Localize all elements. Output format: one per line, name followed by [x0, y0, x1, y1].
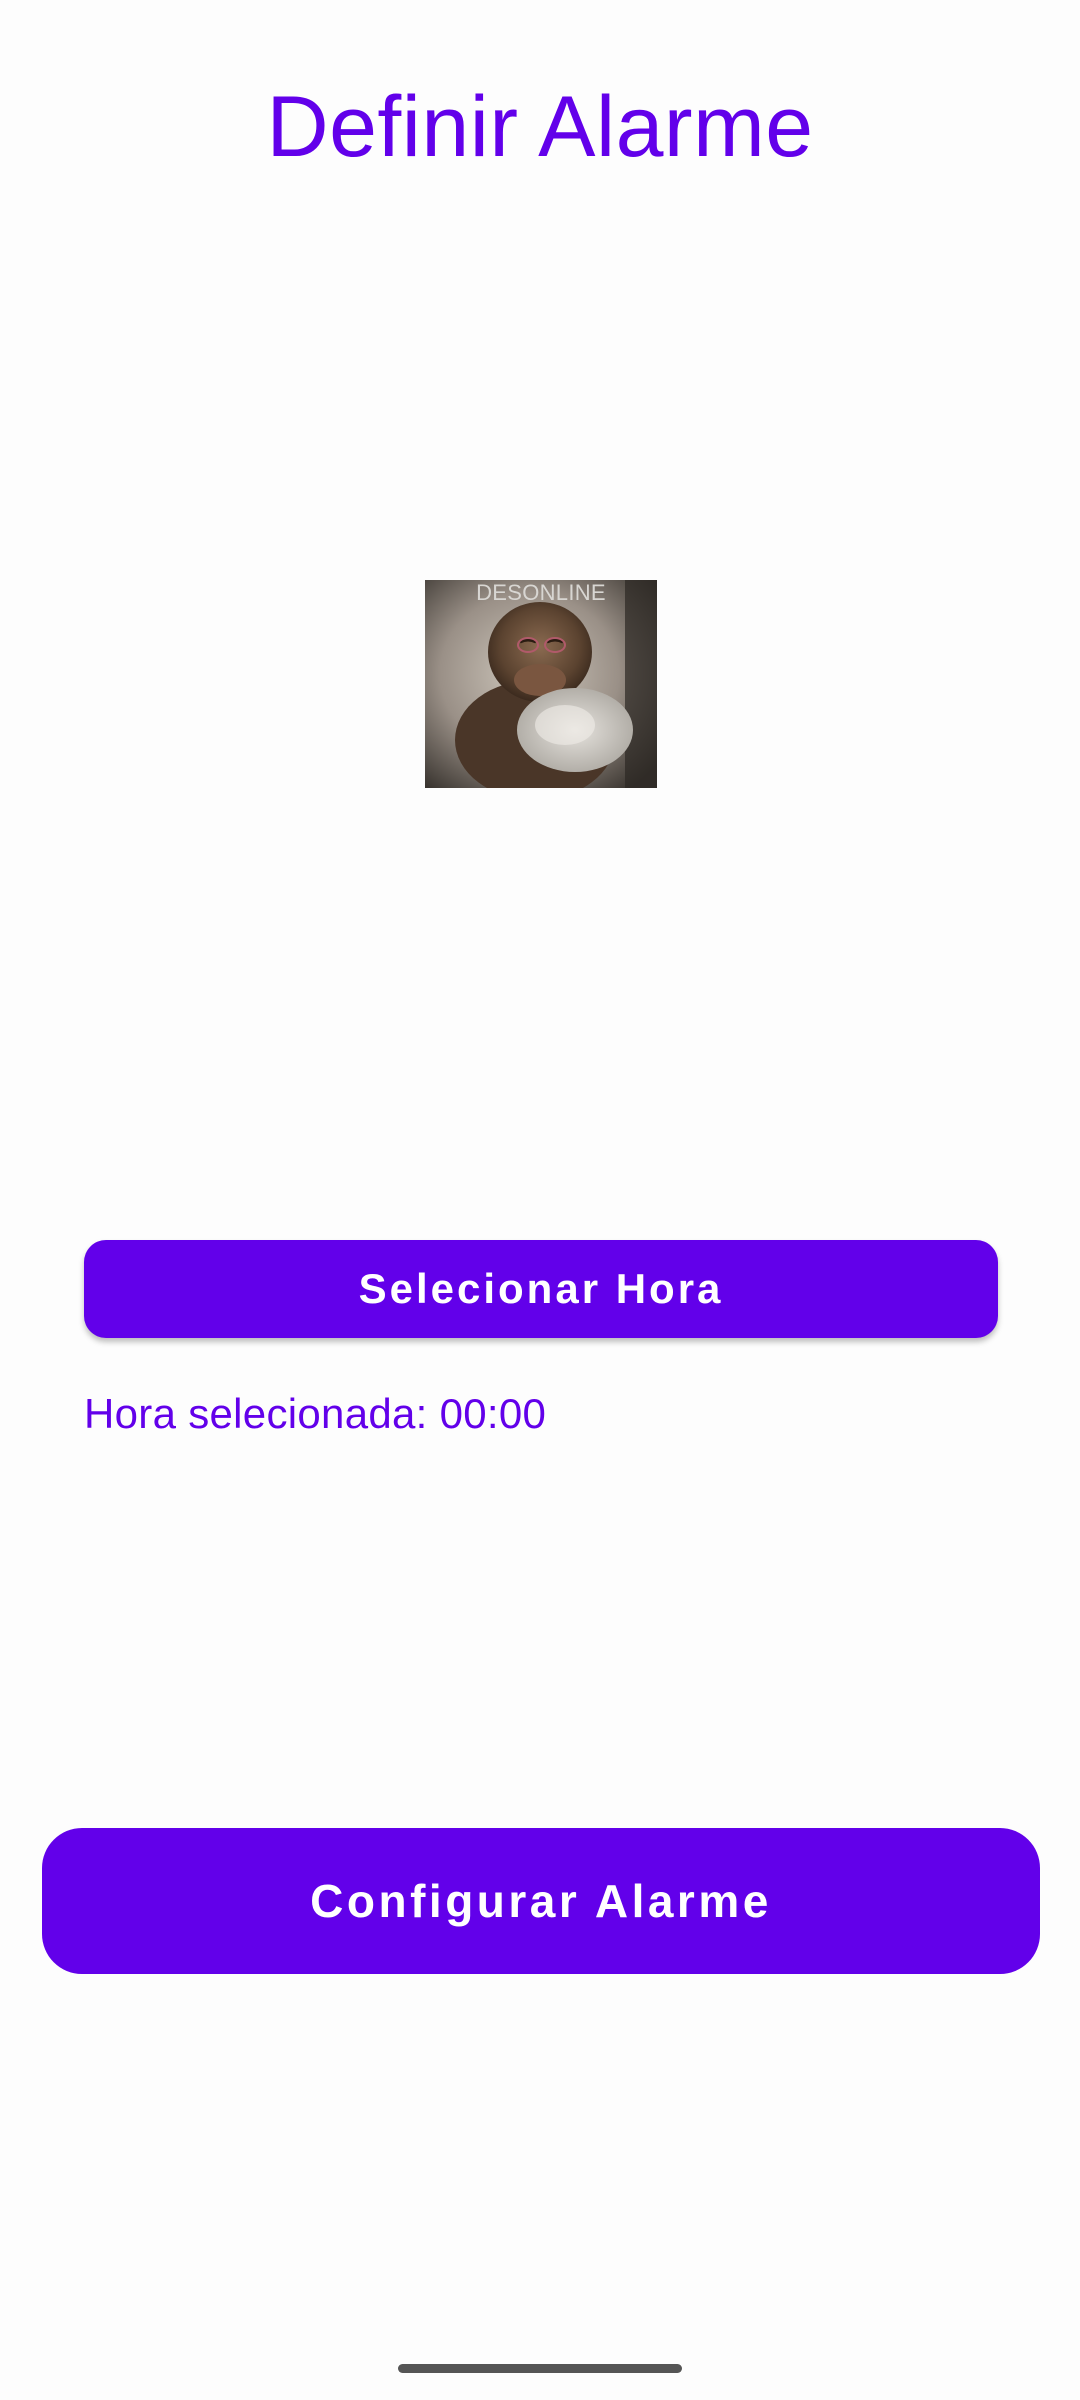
page-title: Definir Alarme	[266, 79, 814, 175]
select-time-button[interactable]: Selecionar Hora	[84, 1240, 998, 1338]
monkey-image: DESONLINE	[425, 580, 657, 788]
alarm-screen: Definir Alarme DESONLINE Selecionar Hora…	[0, 0, 1080, 2400]
selected-time-label: Hora selecionada: 00:00	[84, 1390, 547, 1437]
sleeping-monkey-image	[425, 580, 657, 788]
image-watermark: DESONLINE	[476, 580, 606, 605]
configure-alarm-button[interactable]: Configurar Alarme	[42, 1828, 1040, 1974]
home-indicator-bar[interactable]	[398, 2364, 682, 2373]
